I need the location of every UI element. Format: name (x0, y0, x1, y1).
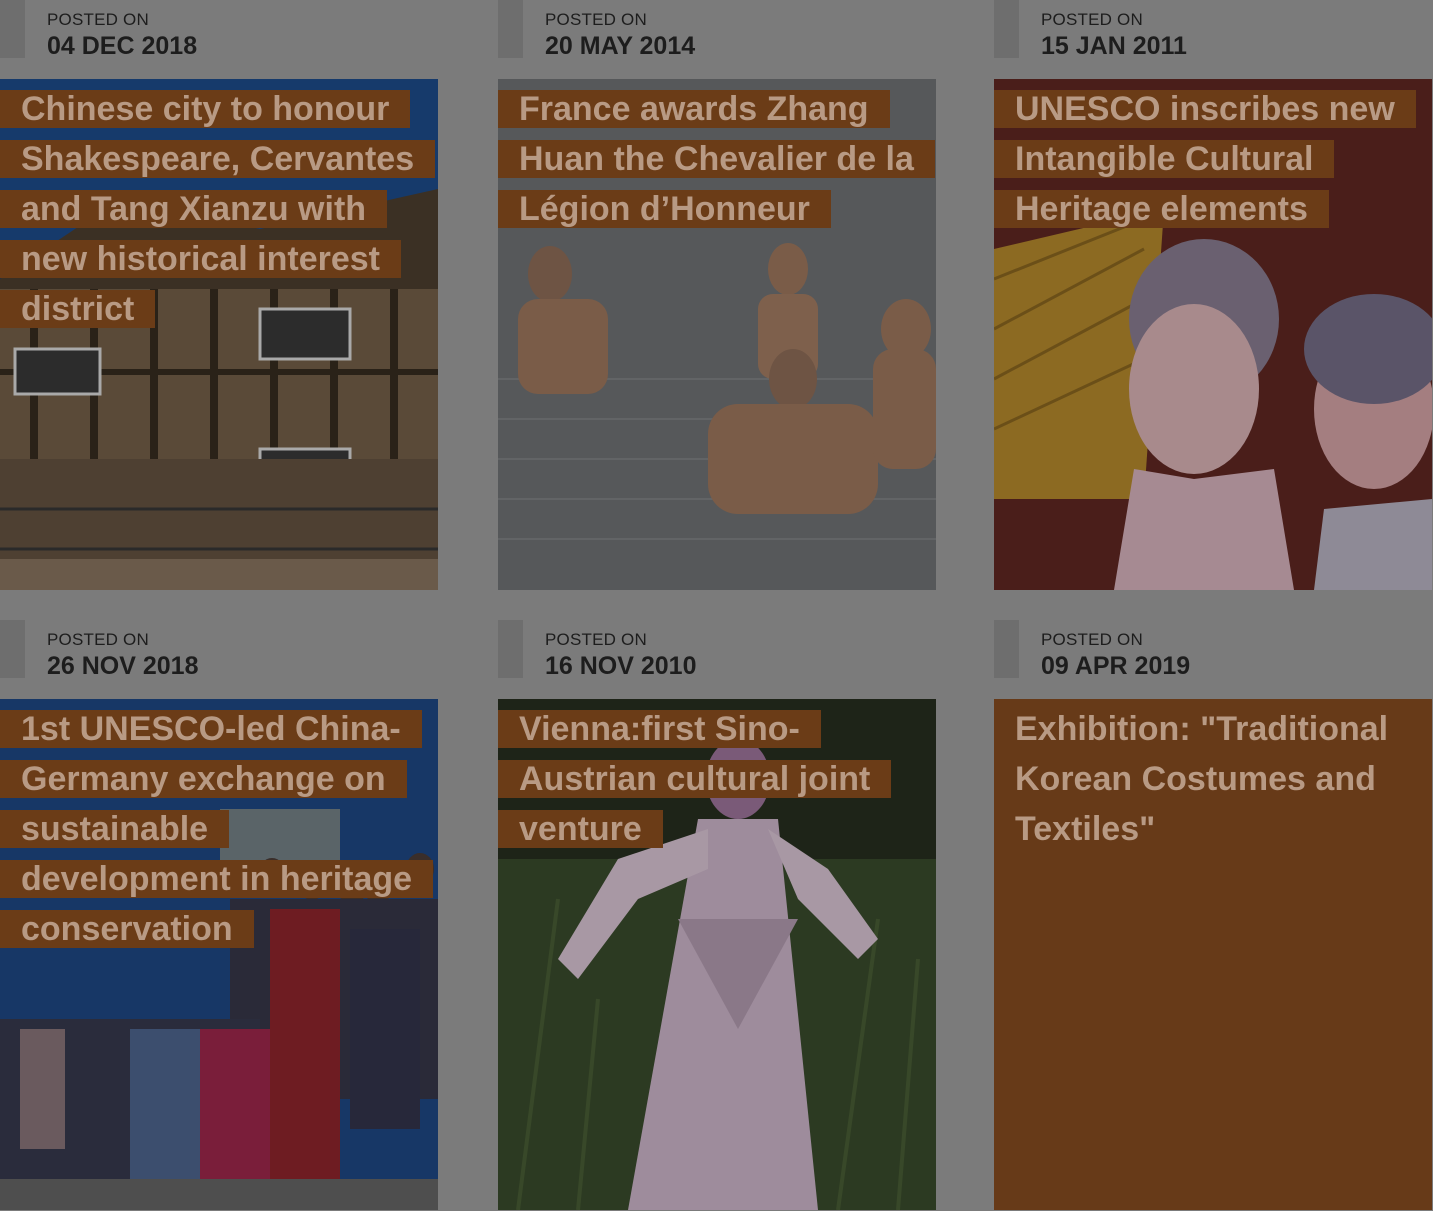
post-date-block: POSTED ON 04 DEC 2018 (0, 0, 438, 79)
date-accent-bar (994, 620, 1019, 678)
posted-on-label: POSTED ON (1041, 630, 1143, 649)
post-date-block: POSTED ON 09 APR 2019 (994, 620, 1432, 699)
date-accent-bar (0, 0, 25, 58)
post-title[interactable]: Chinese city to honour Shakespeare, Cerv… (0, 84, 438, 334)
post-date-block: POSTED ON 26 NOV 2018 (0, 620, 438, 699)
post-thumbnail[interactable]: 1st UNESCO-led China-Germany exchange on… (0, 699, 438, 1210)
posted-on-label: POSTED ON (545, 10, 647, 29)
post-card[interactable]: POSTED ON 26 NOV 2018 1st UNESCO-led Chi… (0, 620, 438, 1210)
post-card[interactable]: POSTED ON 16 NOV 2010 Vienna:first Sino-… (498, 620, 936, 1210)
posted-on-label: POSTED ON (1041, 10, 1143, 29)
post-date: 16 NOV 2010 (545, 652, 697, 680)
post-date-block: POSTED ON 15 JAN 2011 (994, 0, 1432, 79)
posted-on-label: POSTED ON (47, 630, 149, 649)
date-accent-bar (498, 620, 523, 678)
post-card[interactable]: POSTED ON 15 JAN 2011 UNESCO inscribes n… (994, 0, 1432, 590)
post-title[interactable]: France awards Zhang Huan the Chevalier d… (498, 84, 936, 234)
post-card[interactable]: POSTED ON 09 APR 2019 Exhibition: "Tradi… (994, 620, 1432, 1210)
date-accent-bar (498, 0, 523, 58)
post-thumbnail[interactable]: UNESCO inscribes new Intangible Cultural… (994, 79, 1432, 590)
date-accent-bar (0, 620, 25, 678)
posted-on-label: POSTED ON (545, 630, 647, 649)
post-date: 20 MAY 2014 (545, 32, 696, 60)
post-thumbnail[interactable]: France awards Zhang Huan the Chevalier d… (498, 79, 936, 590)
post-card[interactable]: POSTED ON 04 DEC 2018 Chinese city to ho… (0, 0, 438, 590)
posted-on-label: POSTED ON (47, 10, 149, 29)
post-date: 15 JAN 2011 (1041, 32, 1187, 60)
post-thumbnail[interactable]: Vienna:first Sino-Austrian cultural join… (498, 699, 936, 1210)
post-thumbnail[interactable]: Chinese city to honour Shakespeare, Cerv… (0, 79, 438, 590)
post-title[interactable]: 1st UNESCO-led China-Germany exchange on… (0, 704, 438, 954)
post-date-block: POSTED ON 16 NOV 2010 (498, 620, 936, 699)
post-date: 09 APR 2019 (1041, 652, 1191, 680)
post-thumbnail[interactable]: Exhibition: "Traditional Korean Costumes… (994, 699, 1432, 1210)
date-accent-bar (994, 0, 1019, 58)
post-title[interactable]: Exhibition: "Traditional Korean Costumes… (994, 704, 1432, 854)
post-date: 26 NOV 2018 (47, 652, 199, 680)
post-date-block: POSTED ON 20 MAY 2014 (498, 0, 936, 79)
post-title[interactable]: UNESCO inscribes new Intangible Cultural… (994, 84, 1432, 234)
post-date: 04 DEC 2018 (47, 32, 198, 60)
post-card[interactable]: POSTED ON 20 MAY 2014 France awards Zhan… (498, 0, 936, 590)
post-title[interactable]: Vienna:first Sino-Austrian cultural join… (498, 704, 936, 854)
